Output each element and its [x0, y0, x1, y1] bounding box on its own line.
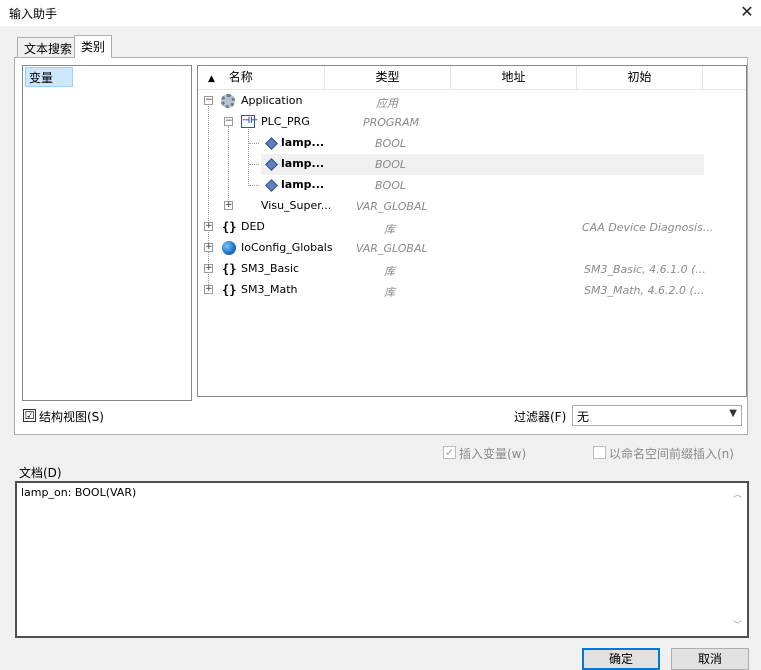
row-name: PLC_PRG	[261, 115, 310, 128]
chevron-down-icon: ▼	[729, 408, 737, 419]
cancel-button[interactable]: 取消	[671, 648, 749, 670]
structured-view-label: 结构视图(S)	[39, 410, 104, 424]
tab-category[interactable]: 类别	[74, 35, 113, 58]
expand-icon[interactable]: +	[204, 285, 213, 294]
column-name-label: 名称	[228, 70, 253, 84]
tree-row-visu-super[interactable]: + Visu_Super... VAR_GLOBAL	[198, 196, 746, 217]
category-item-variables[interactable]: 变量	[25, 67, 73, 87]
tab-text-search[interactable]: 文本搜索	[17, 37, 80, 57]
tree-row-ded[interactable]: + {} DED 库 CAA Device Diagnosis...	[198, 217, 746, 238]
row-initial: SM3_Basic, 4.6.1.0 (...	[584, 263, 706, 276]
variable-tree[interactable]: ▲ 名称 类型 地址 初始 − Application 应用 − ⊣⊢ PLC_…	[197, 65, 747, 397]
structured-view-checkbox[interactable]: ☑	[23, 409, 36, 422]
row-type: VAR_GLOBAL	[356, 242, 428, 255]
scroll-down-icon[interactable]: ﹀	[733, 618, 742, 631]
library-icon: {}	[222, 262, 237, 276]
title-bar	[0, 0, 761, 26]
row-name: IoConfig_Globals	[241, 241, 333, 254]
row-type: PROGRAM	[363, 116, 420, 129]
tree-line	[249, 164, 259, 165]
column-header-address[interactable]: 地址	[451, 66, 577, 90]
column-header-initial[interactable]: 初始	[577, 66, 703, 90]
filter-dropdown[interactable]: 无 ▼	[572, 405, 742, 426]
namespace-prefix-label: 以命名空间前缀插入(n)	[609, 447, 734, 461]
tree-row-sm3-math[interactable]: + {} SM3_Math 库 SM3_Math, 4.6.2.0 (...	[198, 280, 746, 301]
documentation-box[interactable]: lamp_on: BOOL(VAR) ︿ ﹀	[15, 481, 749, 638]
row-name: Visu_Super...	[261, 199, 332, 212]
variable-icon	[265, 158, 278, 171]
tree-row-sm3-basic[interactable]: + {} SM3_Basic 库 SM3_Basic, 4.6.1.0 (...	[198, 259, 746, 280]
row-name: SM3_Basic	[241, 262, 300, 275]
row-name: lamp...	[281, 178, 325, 191]
sort-up-icon: ▲	[208, 74, 215, 84]
tree-row-plc-prg[interactable]: − ⊣⊢ PLC_PRG PROGRAM	[198, 112, 746, 133]
tree-row-application[interactable]: − Application 应用	[198, 91, 746, 112]
column-header-name[interactable]: ▲ 名称	[198, 66, 325, 90]
tree-row-lamp-1[interactable]: lamp... BOOL	[198, 133, 746, 154]
expand-icon[interactable]: +	[224, 201, 233, 210]
row-type: 库	[384, 223, 395, 236]
column-header-type[interactable]: 类型	[325, 66, 451, 90]
row-initial: SM3_Math, 4.6.2.0 (...	[584, 284, 705, 297]
row-name: lamp...	[281, 157, 325, 170]
row-type: VAR_GLOBAL	[356, 200, 428, 213]
collapse-icon[interactable]: −	[204, 96, 213, 105]
tree-row-lamp-2[interactable]: lamp... BOOL	[261, 154, 704, 175]
documentation-text: lamp_on: BOOL(VAR)	[21, 486, 137, 499]
expand-icon[interactable]: +	[204, 222, 213, 231]
variable-icon	[265, 137, 278, 150]
row-type: 库	[384, 265, 395, 278]
close-icon[interactable]: ✕	[736, 1, 758, 23]
insert-variable-label: 插入变量(w)	[459, 447, 527, 461]
row-name: SM3_Math	[241, 283, 298, 296]
row-type: 应用	[376, 97, 398, 110]
program-icon: ⊣⊢	[241, 115, 259, 128]
expand-icon[interactable]: +	[204, 264, 213, 273]
gear-icon	[221, 94, 235, 108]
namespace-prefix-checkbox[interactable]	[593, 446, 606, 459]
row-name: Application	[241, 94, 303, 107]
tree-row-ioconfig-globals[interactable]: + IoConfig_Globals VAR_GLOBAL	[198, 238, 746, 259]
window-title: 输入助手	[9, 7, 58, 21]
insert-variable-checkbox[interactable]: ✓	[443, 446, 456, 459]
tree-row-lamp-3[interactable]: lamp... BOOL	[198, 175, 746, 196]
variable-icon	[265, 179, 278, 192]
library-icon: {}	[222, 283, 237, 297]
column-header-filler	[703, 66, 746, 90]
row-type: BOOL	[375, 137, 406, 150]
filter-label: 过滤器(F)	[514, 410, 567, 424]
globe-icon	[222, 241, 236, 255]
row-type: 库	[384, 286, 395, 299]
filter-value: 无	[577, 410, 590, 424]
documentation-scrollbar[interactable]: ︿ ﹀	[730, 485, 745, 633]
scroll-up-icon[interactable]: ︿	[733, 487, 742, 500]
category-list[interactable]: 变量	[22, 65, 192, 401]
library-icon: {}	[222, 220, 237, 234]
collapse-icon[interactable]: −	[224, 117, 233, 126]
expand-icon[interactable]: +	[204, 243, 213, 252]
row-type: BOOL	[375, 179, 406, 192]
row-name: lamp...	[281, 136, 325, 149]
row-type: BOOL	[375, 158, 406, 171]
ok-button[interactable]: 确定	[582, 648, 660, 670]
row-initial: CAA Device Diagnosis...	[582, 221, 714, 234]
documentation-label: 文档(D)	[19, 466, 62, 480]
row-name: DED	[241, 220, 265, 233]
